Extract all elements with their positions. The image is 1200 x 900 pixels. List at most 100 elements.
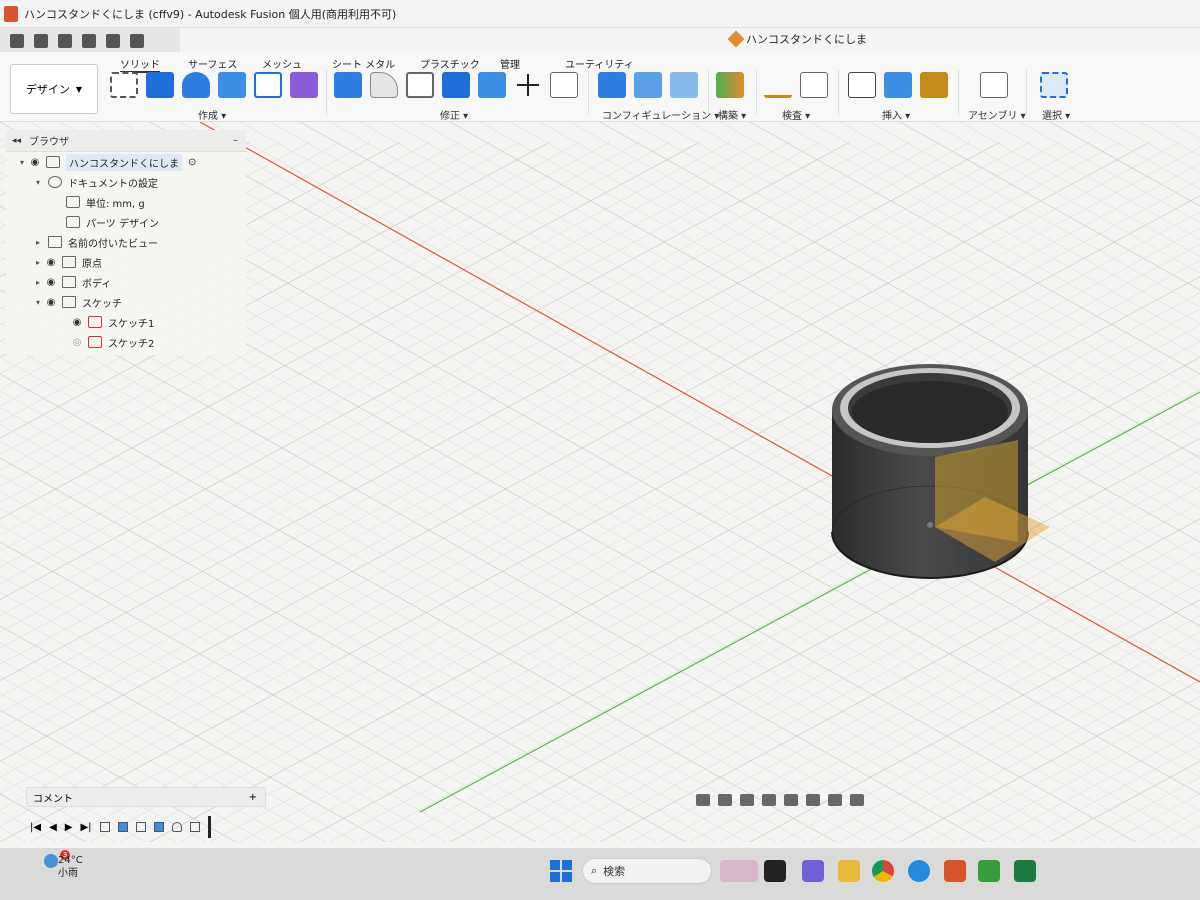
tab-manage[interactable]: 管理	[500, 56, 520, 71]
tree-item-origin[interactable]: ▸ ◉ 原点	[6, 252, 246, 272]
select-icon[interactable]	[1040, 72, 1068, 98]
tab-solid[interactable]: ソリッド	[120, 56, 160, 73]
rectangular-pattern-icon[interactable]	[254, 72, 282, 98]
zoom-icon[interactable]	[762, 794, 776, 806]
viewports-icon[interactable]	[850, 794, 864, 806]
offset-plane-icon[interactable]	[716, 72, 744, 98]
align-icon[interactable]	[550, 72, 578, 98]
measure-icon[interactable]	[764, 72, 792, 98]
play-icon[interactable]: ▶	[65, 822, 73, 833]
expand-icon[interactable]: ▸	[32, 258, 44, 267]
pan-icon[interactable]	[740, 794, 754, 806]
fusion-taskbar-icon[interactable]	[944, 860, 966, 882]
activate-radio-icon[interactable]: ⊙	[188, 157, 196, 168]
combine-icon[interactable]	[478, 72, 506, 98]
tree-item-bodies[interactable]: ▸ ◉ ボディ	[6, 272, 246, 292]
create-sketch-icon[interactable]	[110, 72, 138, 98]
group-modify[interactable]: 修正 ▾	[440, 107, 468, 122]
tree-item-document-settings[interactable]: ▾ ドキュメントの設定	[6, 172, 246, 192]
timeline-extrude-icon[interactable]	[153, 822, 164, 832]
tree-item-design-type[interactable]: パーツ デザイン	[6, 212, 246, 232]
tree-item-sketch1[interactable]: ◉ スケッチ1	[6, 312, 246, 332]
group-select[interactable]: 選択 ▾	[1042, 107, 1070, 122]
timeline-sketch-icon[interactable]	[99, 822, 110, 832]
group-create[interactable]: 作成 ▾	[198, 107, 226, 122]
move-copy-icon[interactable]	[514, 72, 542, 98]
tree-item-sketch2[interactable]: ◎ スケッチ2	[6, 332, 246, 352]
tab-plastic[interactable]: プラスチック	[420, 56, 480, 71]
display-settings-icon[interactable]	[806, 794, 820, 806]
fillet-icon[interactable]	[370, 72, 398, 98]
grid-menu-icon[interactable]	[34, 34, 48, 48]
timeline-fillet-icon[interactable]	[171, 822, 182, 832]
comments-panel[interactable]: コメント +	[26, 787, 266, 807]
expand-icon[interactable]: ▸	[32, 238, 44, 247]
insert-derive-icon[interactable]	[848, 72, 876, 98]
collapse-panel-icon[interactable]: ◂◂	[12, 136, 21, 146]
orbit-icon[interactable]	[696, 794, 710, 806]
workspace-dropdown[interactable]: デザイン ▼	[10, 64, 98, 114]
expand-icon[interactable]: ▾	[32, 298, 44, 307]
extrude-icon[interactable]	[146, 72, 174, 98]
step-back-icon[interactable]: ◀	[49, 822, 57, 833]
tree-item-sketches[interactable]: ▾ ◉ スケッチ	[6, 292, 246, 312]
timeline-marker[interactable]	[207, 816, 211, 838]
app-green-icon[interactable]	[978, 860, 1000, 882]
configure-rule-icon[interactable]	[670, 72, 698, 98]
edge-icon[interactable]	[908, 860, 930, 882]
file-menu-icon[interactable]	[58, 34, 72, 48]
configure-icon[interactable]	[598, 72, 626, 98]
look-at-icon[interactable]	[718, 794, 732, 806]
save-icon[interactable]	[82, 34, 96, 48]
tree-item-named-views[interactable]: ▸ 名前の付いたビュー	[6, 232, 246, 252]
go-to-start-icon[interactable]: |◀	[30, 822, 41, 833]
expand-icon[interactable]: ▾	[32, 178, 44, 187]
excel-icon[interactable]	[1014, 860, 1036, 882]
eye-icon[interactable]: ◉	[44, 277, 58, 288]
insert-canvas-icon[interactable]	[884, 72, 912, 98]
step-forward-icon[interactable]: ▶|	[80, 822, 91, 833]
hole-icon[interactable]	[218, 72, 246, 98]
shell-icon[interactable]	[442, 72, 470, 98]
weather-rain-icon[interactable]	[44, 854, 58, 868]
chrome-icon[interactable]	[872, 860, 894, 882]
weather-widget[interactable]: 24°C 小雨	[58, 854, 83, 880]
chamfer-icon[interactable]	[406, 72, 434, 98]
configuration-table-icon[interactable]	[634, 72, 662, 98]
taskbar-search-input[interactable]: ⌕ 検索	[582, 858, 712, 884]
press-pull-icon[interactable]	[334, 72, 362, 98]
tab-surface[interactable]: サーフェス	[188, 56, 237, 71]
group-insert[interactable]: 挿入 ▾	[882, 107, 910, 122]
eye-icon[interactable]: ◉	[44, 257, 58, 268]
group-construct[interactable]: 構築 ▾	[718, 107, 746, 122]
file-explorer-icon[interactable]	[838, 860, 860, 882]
new-component-assembly-icon[interactable]	[980, 72, 1008, 98]
group-assemble[interactable]: アセンブリ ▾	[968, 107, 1026, 122]
document-tab[interactable]: ハンコスタンドくにしま	[727, 28, 867, 50]
eye-icon[interactable]: ◉	[28, 157, 42, 168]
eye-icon[interactable]: ◉	[44, 297, 58, 308]
add-comment-button[interactable]: +	[249, 792, 257, 803]
timeline-sketch-icon[interactable]	[135, 822, 146, 832]
section-analysis-icon[interactable]	[800, 72, 828, 98]
search-highlight-image[interactable]	[720, 860, 758, 882]
fit-icon[interactable]	[784, 794, 798, 806]
expand-icon[interactable]: ▾	[16, 158, 28, 167]
timeline-extrude-icon[interactable]	[117, 822, 128, 832]
group-configuration[interactable]: コンフィギュレーション ▾	[602, 107, 719, 122]
group-inspect[interactable]: 検査 ▾	[782, 107, 810, 122]
windows-start-icon[interactable]	[550, 860, 572, 882]
eye-hidden-icon[interactable]: ◎	[70, 337, 84, 348]
home-icon[interactable]	[10, 34, 24, 48]
tree-item-root[interactable]: ▾ ◉ ハンコスタンドくにしま ⊙	[6, 152, 246, 172]
tab-mesh[interactable]: メッシュ	[262, 56, 302, 71]
undo-icon[interactable]	[106, 34, 120, 48]
tab-utility[interactable]: ユーティリティ	[565, 56, 634, 71]
tree-item-units[interactable]: 単位: mm, g	[6, 192, 246, 212]
minimize-panel-icon[interactable]: –	[233, 135, 238, 146]
eye-icon[interactable]: ◉	[70, 317, 84, 328]
new-component-icon[interactable]	[290, 72, 318, 98]
task-view-icon[interactable]	[764, 860, 786, 882]
redo-icon[interactable]	[130, 34, 144, 48]
insert-mcmaster-icon[interactable]	[920, 72, 948, 98]
